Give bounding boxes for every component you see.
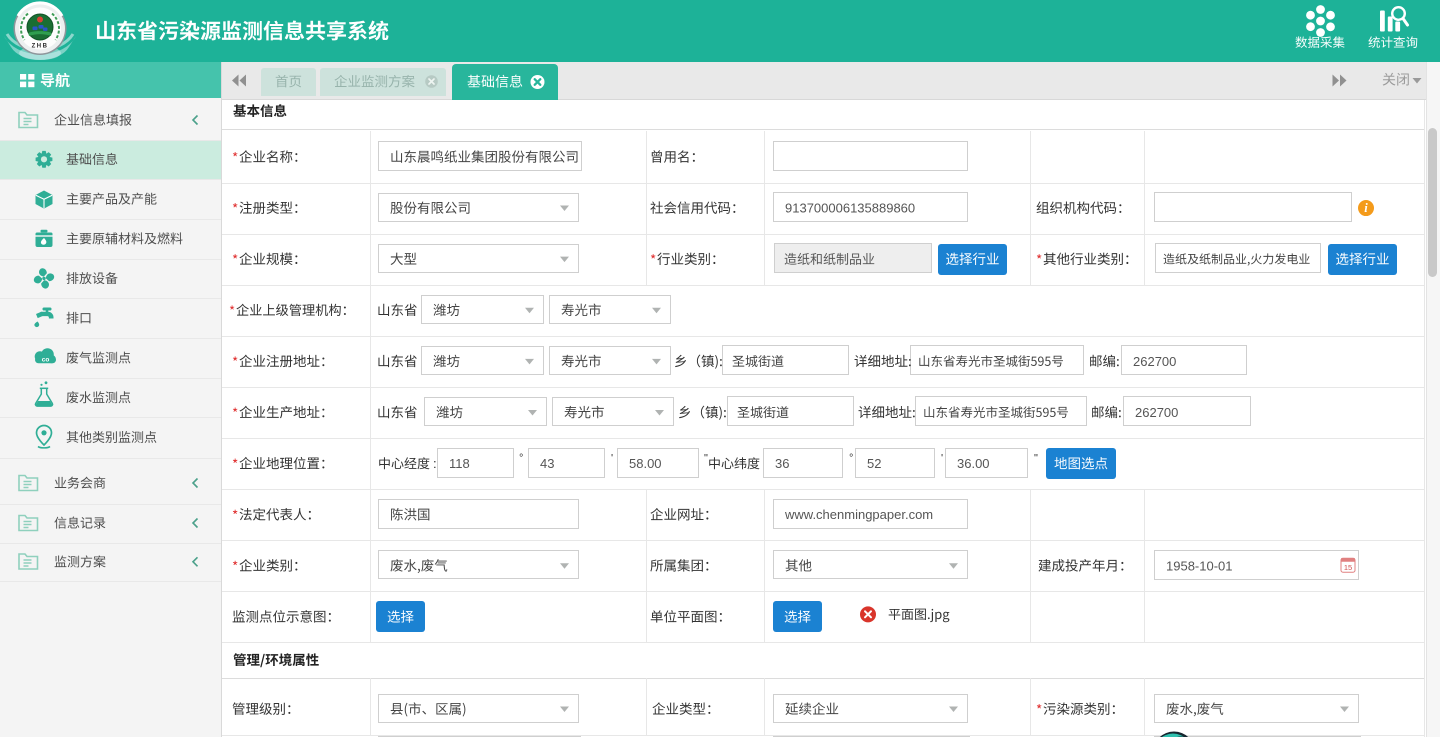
svg-text:262700: 262700 <box>1133 354 1176 369</box>
svg-text:ZHB: ZHB <box>32 44 49 50</box>
svg-text:58.00: 58.00 <box>629 456 662 471</box>
svg-text:36.00: 36.00 <box>957 456 990 471</box>
svg-text:i: i <box>1364 201 1368 215</box>
svg-text:°: ° <box>519 452 523 464</box>
svg-text:262700: 262700 <box>1135 405 1178 420</box>
svg-text:43: 43 <box>540 456 554 471</box>
svg-text:www.chenmingpaper.com: www.chenmingpaper.com <box>784 507 933 522</box>
svg-text:': ' <box>611 452 613 464</box>
svg-text:': ' <box>941 452 943 464</box>
svg-text:": " <box>704 452 708 464</box>
svg-text:1958-10-01: 1958-10-01 <box>1166 558 1233 573</box>
svg-text:": " <box>1034 452 1038 464</box>
svg-text:co: co <box>42 357 50 364</box>
svg-text:52: 52 <box>867 456 881 471</box>
svg-text:°: ° <box>849 452 853 464</box>
svg-text:15: 15 <box>1344 563 1352 572</box>
svg-text:36: 36 <box>775 456 789 471</box>
svg-text::: : <box>433 456 437 471</box>
svg-text:913700006135889860: 913700006135889860 <box>785 201 915 216</box>
svg-text:118: 118 <box>449 456 470 471</box>
